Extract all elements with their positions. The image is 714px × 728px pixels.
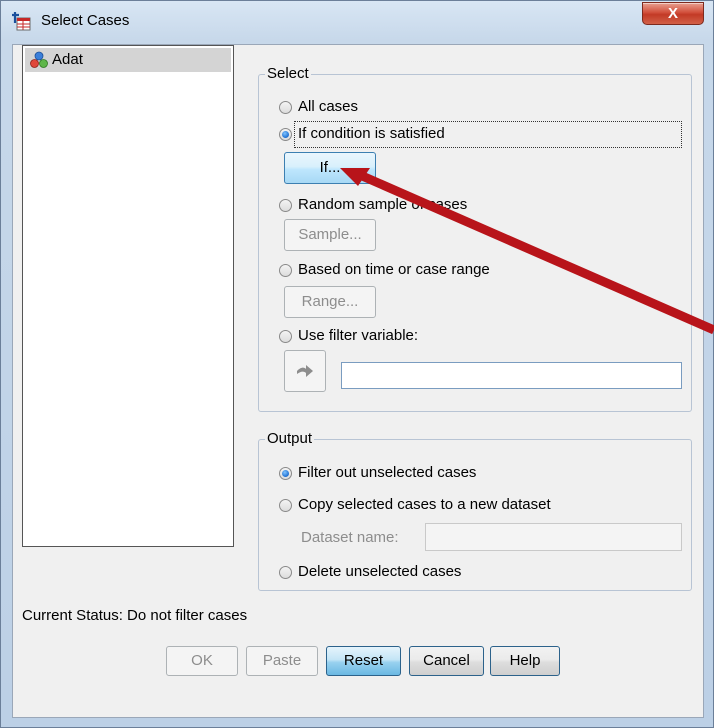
filter-variable-label[interactable]: Use filter variable: — [298, 327, 418, 344]
random-sample-radio[interactable] — [279, 199, 292, 212]
if-button[interactable]: If... — [284, 152, 376, 184]
variable-label: Adat — [52, 51, 83, 68]
all-cases-radio[interactable] — [279, 101, 292, 114]
dataset-name-field[interactable] — [425, 523, 682, 551]
range-button[interactable]: Range... — [284, 286, 376, 318]
ok-button[interactable]: OK — [166, 646, 238, 676]
time-range-label[interactable]: Based on time or case range — [298, 261, 490, 278]
filter-out-radio[interactable] — [279, 467, 292, 480]
sample-button[interactable]: Sample... — [284, 219, 376, 251]
dataset-name-label: Dataset name: — [301, 529, 399, 546]
title-bar[interactable]: Select Cases X — [1, 1, 713, 41]
reset-button[interactable]: Reset — [326, 646, 401, 676]
delete-unselected-radio[interactable] — [279, 566, 292, 579]
random-sample-label[interactable]: Random sample of cases — [298, 196, 467, 213]
filter-variable-radio[interactable] — [279, 330, 292, 343]
help-button[interactable]: Help — [490, 646, 560, 676]
variable-list[interactable]: Adat — [22, 45, 234, 547]
select-cases-app-icon — [12, 12, 31, 31]
output-group-legend: Output — [265, 430, 315, 448]
if-condition-label[interactable]: If condition is satisfied — [298, 125, 445, 142]
copy-dataset-label[interactable]: Copy selected cases to a new dataset — [298, 496, 551, 513]
close-button[interactable]: X — [642, 2, 704, 25]
all-cases-label[interactable]: All cases — [298, 98, 358, 115]
if-condition-radio[interactable] — [279, 128, 292, 141]
copy-dataset-radio[interactable] — [279, 499, 292, 512]
move-variable-button[interactable] — [284, 350, 326, 392]
window-title: Select Cases — [41, 12, 130, 29]
list-item[interactable]: Adat — [25, 48, 231, 72]
filter-out-label[interactable]: Filter out unselected cases — [298, 464, 476, 481]
nominal-variable-icon — [30, 51, 48, 68]
cancel-button[interactable]: Cancel — [409, 646, 484, 676]
time-range-radio[interactable] — [279, 264, 292, 277]
current-status: Current Status: Do not filter cases — [22, 607, 248, 624]
filter-variable-field[interactable] — [341, 362, 682, 389]
select-group-legend: Select — [265, 65, 311, 83]
right-arrow-icon — [297, 365, 313, 377]
paste-button[interactable]: Paste — [246, 646, 318, 676]
delete-unselected-label[interactable]: Delete unselected cases — [298, 563, 461, 580]
